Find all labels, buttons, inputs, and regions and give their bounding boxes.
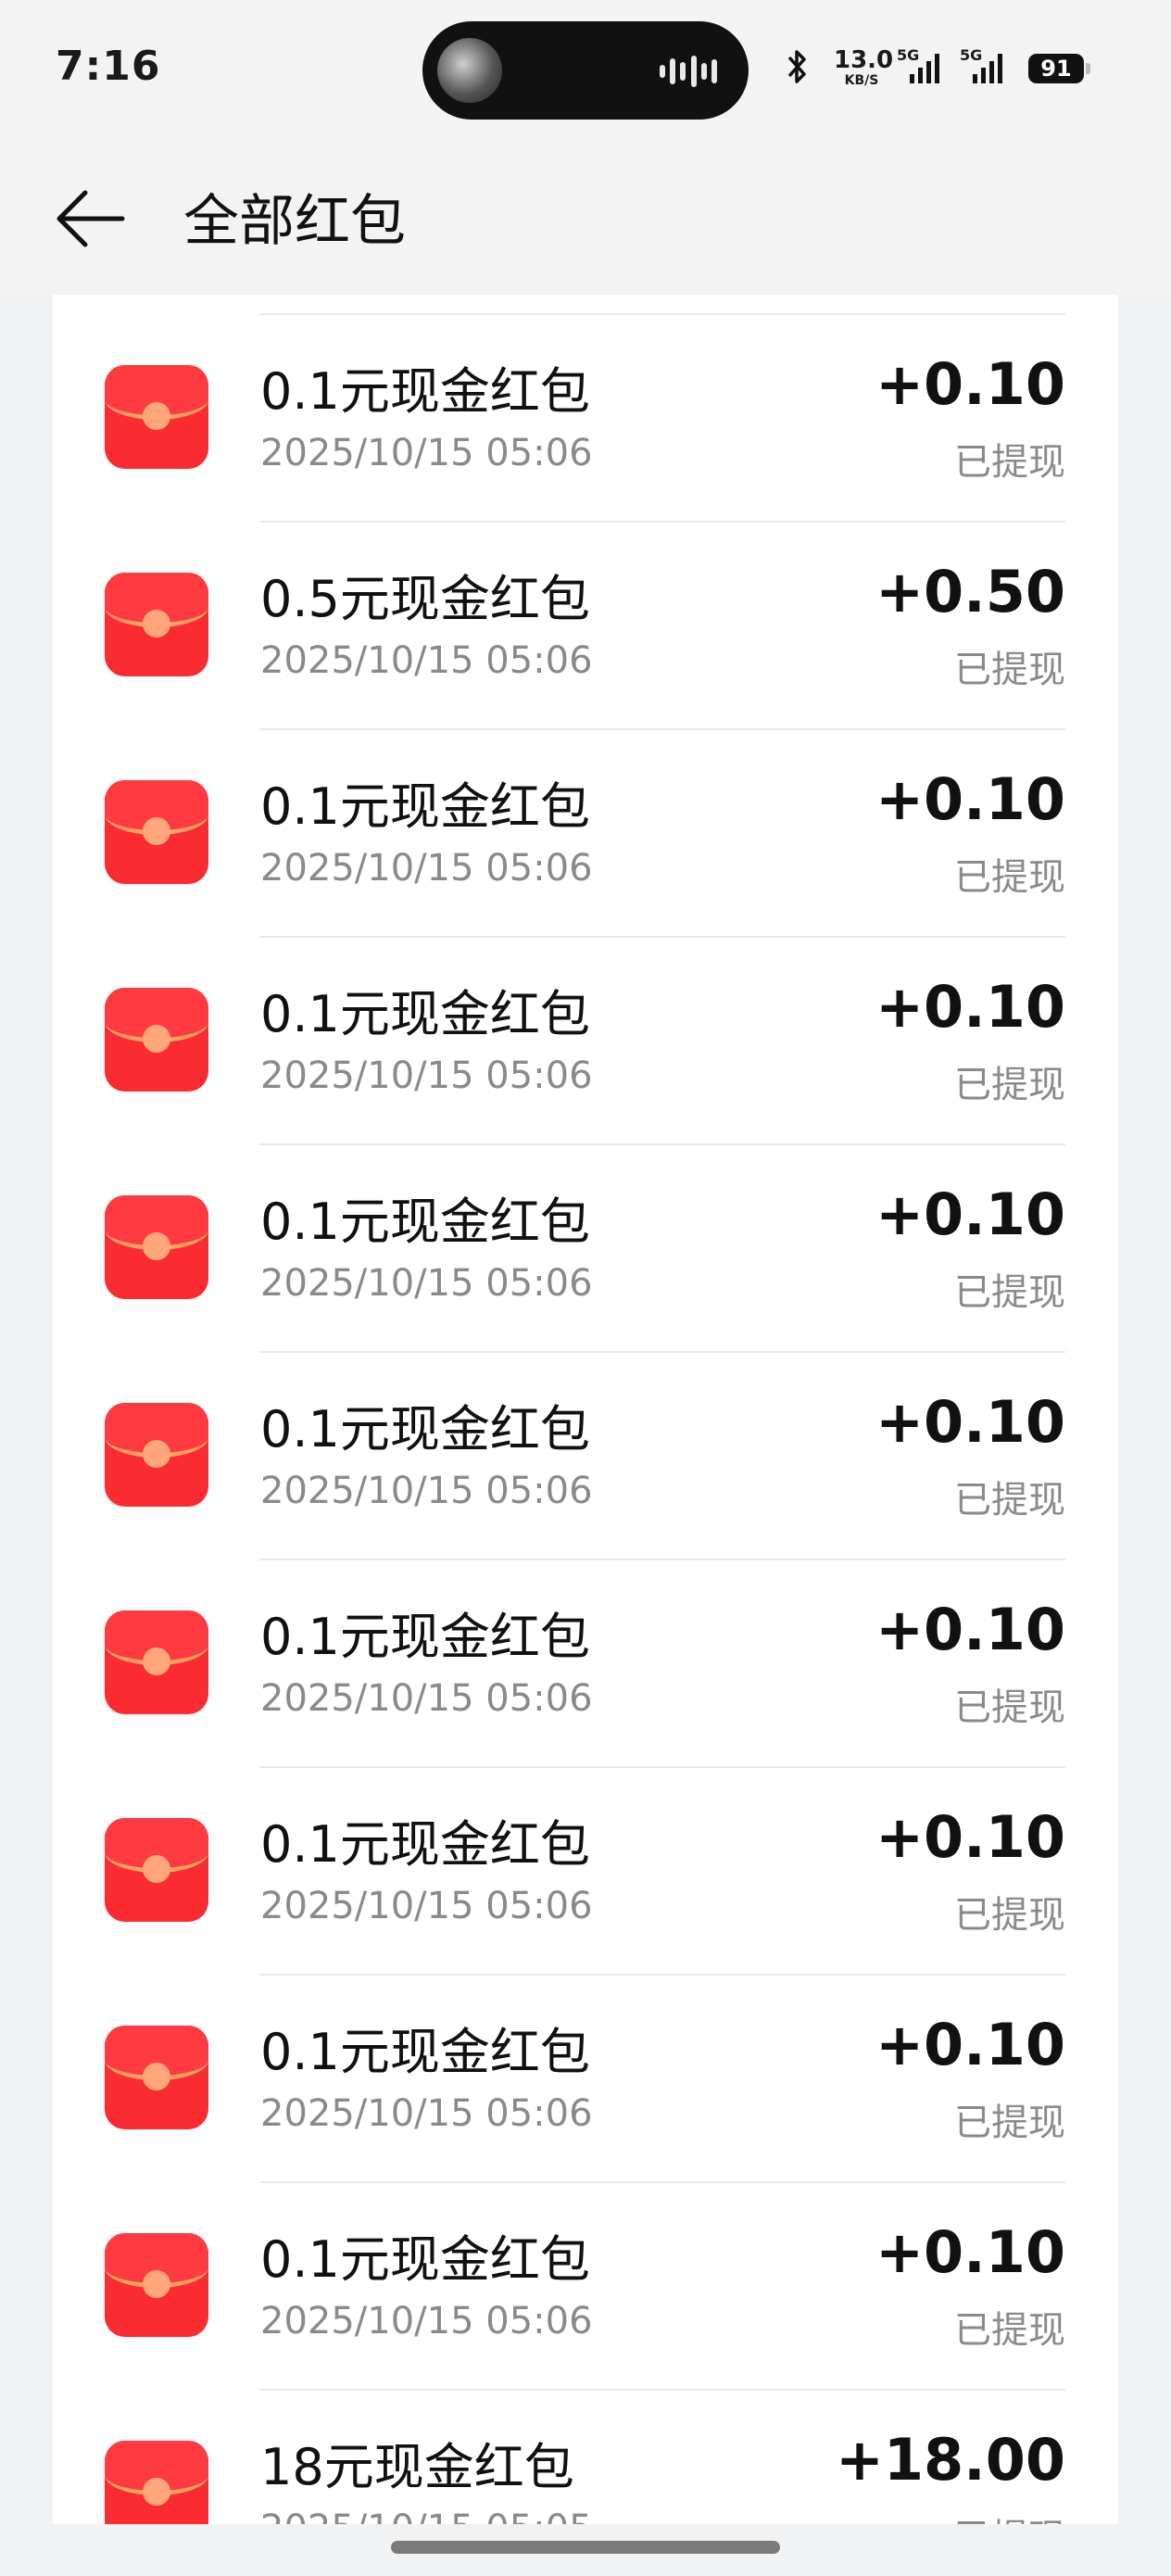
battery-icon: 91 [1028,54,1084,83]
list-item[interactable]: 0.5元现金红包 2025/10/15 05:06 +0.50 已提现 [53,521,1118,728]
net-speed: 13.0 KB/S [834,46,894,88]
audio-wave-icon [660,55,717,88]
item-status: 已提现 [954,1686,1065,1729]
divider [259,1974,1065,1976]
net-speed-value: 13.0 [834,46,894,74]
media-cover-icon [437,38,502,103]
item-title: 0.1元现金红包 [260,777,590,836]
divider [259,2389,1065,2391]
divider [259,521,1065,523]
red-packet-icon [105,365,208,469]
item-date: 2025/10/15 05:06 [260,1677,593,1720]
item-date: 2025/10/15 05:06 [260,432,593,474]
divider [259,1351,1065,1353]
item-title: 0.1元现金红包 [260,985,590,1043]
item-title: 0.1元现金红包 [260,1815,590,1874]
list-item[interactable]: 0.1元现金红包 2025/10/15 05:06 +0.10 已提现 [53,313,1118,521]
item-amount: +0.10 [875,2011,1065,2078]
item-title: 0.1元现金红包 [260,1608,590,1666]
item-amount: +0.10 [875,1388,1065,1456]
red-packet-list: 0.1元现金红包 2025/10/15 05:06 +0.10 已提现 0.5元… [53,313,1118,2524]
item-amount: +18.00 [835,2426,1065,2494]
status-bar: 7:16 13.0 KB/S 5G 5G 91 [0,0,1171,139]
item-status: 已提现 [954,1479,1065,1522]
divider [259,728,1065,730]
list-item[interactable]: 0.1元现金红包 2025/10/15 05:06 +0.10 已提现 [53,936,1118,1143]
item-date: 2025/10/15 05:06 [260,639,593,682]
item-date: 2025/10/15 05:06 [260,1262,593,1305]
list-item[interactable]: 0.1元现金红包 2025/10/15 05:06 +0.10 已提现 [53,1351,1118,1559]
item-status: 已提现 [954,1271,1065,1314]
item-amount: +0.10 [875,1181,1065,1248]
item-amount: +0.10 [875,2218,1065,2286]
red-packet-icon [105,2233,208,2337]
item-status: 已提现 [954,649,1065,691]
status-time: 7:16 [56,43,161,90]
red-packet-icon [105,2026,208,2129]
list-item[interactable]: 0.1元现金红包 2025/10/15 05:06 +0.10 已提现 [53,1559,1118,1766]
red-packet-icon [105,573,208,676]
divider [259,313,1065,315]
gesture-area [0,2524,1171,2576]
item-title: 0.5元现金红包 [260,570,590,628]
item-date: 2025/10/15 05:06 [260,847,593,890]
item-status: 已提现 [954,1064,1065,1106]
item-title: 0.1元现金红包 [260,1193,590,1251]
item-date: 2025/10/15 05:05 [260,2507,593,2524]
bluetooth-icon [786,48,810,94]
divider [259,1559,1065,1560]
item-status: 已提现 [954,1894,1065,1937]
signal-sim2-icon: 5G [960,46,1004,83]
item-amount: +0.10 [875,350,1065,418]
list-item[interactable]: 0.1元现金红包 2025/10/15 05:06 +0.10 已提现 [53,2181,1118,2389]
item-status: 已提现 [954,2507,1065,2524]
divider [259,1766,1065,1768]
item-date: 2025/10/15 05:06 [260,2300,593,2342]
item-title: 18元现金红包 [260,2438,574,2496]
item-title: 0.1元现金红包 [260,1400,590,1458]
red-packet-icon [105,780,208,884]
home-indicator[interactable] [391,2541,780,2554]
divider [259,1143,1065,1145]
list-item[interactable]: 0.1元现金红包 2025/10/15 05:06 +0.10 已提现 [53,1143,1118,1351]
red-packet-icon [105,1403,208,1507]
item-amount: +0.10 [875,765,1065,833]
red-packet-icon [105,2441,208,2524]
red-packet-list-card: 0.1元现金红包 2025/10/15 05:06 +0.10 已提现 0.5元… [53,295,1118,2524]
item-title: 0.1元现金红包 [260,2230,590,2289]
app-header: 全部红包 [0,139,1171,295]
item-date: 2025/10/15 05:06 [260,1470,593,1512]
list-item[interactable]: 0.1元现金红包 2025/10/15 05:06 +0.10 已提现 [53,728,1118,936]
red-packet-icon [105,988,208,1092]
item-date: 2025/10/15 05:06 [260,1885,593,1927]
item-title: 0.1元现金红包 [260,2023,590,2081]
item-amount: +0.10 [875,1803,1065,1871]
item-status: 已提现 [954,2309,1065,2352]
net-speed-unit: KB/S [844,73,879,88]
item-amount: +0.50 [875,558,1065,625]
divider [259,2181,1065,2183]
item-status: 已提现 [954,441,1065,484]
red-packet-icon [105,1818,208,1922]
item-date: 2025/10/15 05:06 [260,2092,593,2135]
list-item[interactable]: 18元现金红包 2025/10/15 05:05 +18.00 已提现 [53,2389,1118,2524]
page-title: 全部红包 [183,189,406,254]
item-status: 已提现 [954,856,1065,899]
system-icons: 13.0 KB/S 5G 5G 91 [786,41,1101,96]
divider [259,936,1065,938]
battery-tip [1086,63,1090,74]
red-packet-icon [105,1195,208,1299]
back-arrow-icon[interactable] [54,182,128,256]
item-status: 已提现 [954,2102,1065,2144]
item-amount: +0.10 [875,1596,1065,1663]
dynamic-island[interactable] [422,21,749,120]
item-date: 2025/10/15 05:06 [260,1054,593,1097]
item-title: 0.1元现金红包 [260,362,590,421]
item-amount: +0.10 [875,973,1065,1041]
red-packet-icon [105,1610,208,1714]
list-item[interactable]: 0.1元现金红包 2025/10/15 05:06 +0.10 已提现 [53,1974,1118,2181]
signal-sim1-icon: 5G [897,46,941,83]
list-item[interactable]: 0.1元现金红包 2025/10/15 05:06 +0.10 已提现 [53,1766,1118,1974]
